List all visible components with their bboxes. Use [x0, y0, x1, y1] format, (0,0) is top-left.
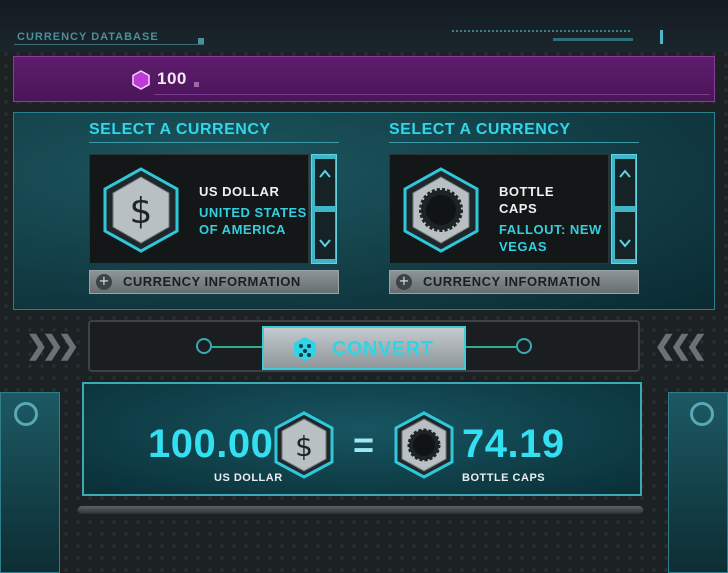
from-amount: 100.00	[148, 422, 274, 466]
bottom-bar	[78, 506, 643, 514]
left-currency-info-button[interactable]: + CURRENCY INFORMATION	[89, 270, 339, 294]
left-select-heading: SELECT A CURRENCY	[89, 121, 271, 138]
left-arrows-icon: ❯❯❯	[26, 330, 79, 360]
purple-hexagon-icon	[132, 70, 150, 90]
plus-icon: +	[96, 274, 112, 290]
chevron-up-icon	[619, 169, 631, 178]
right-arrows-icon: ❮❮❮	[654, 330, 707, 360]
title-underline	[14, 44, 204, 45]
dollar-sign-icon: $	[274, 411, 334, 479]
equals-sign: =	[353, 424, 375, 465]
convert-label: CONVERT	[332, 338, 434, 360]
right-currency-info-button[interactable]: + CURRENCY INFORMATION	[389, 270, 639, 294]
chevron-down-icon	[319, 239, 331, 248]
plus-icon: +	[396, 274, 412, 290]
chevron-up-icon	[319, 169, 331, 178]
right-connector-icon	[516, 338, 532, 354]
right-heading-underline	[389, 142, 639, 143]
top-bar: CURRENCY DATABASE	[0, 0, 728, 52]
balance-underline	[154, 94, 710, 95]
balance-bar: 100	[13, 56, 715, 102]
title-marker	[198, 38, 204, 44]
dice-icon	[294, 337, 316, 361]
svg-text:$: $	[130, 191, 153, 232]
right-select-heading: SELECT A CURRENCY	[389, 121, 571, 138]
top-right-decor-tick	[660, 30, 663, 44]
left-connector-line	[212, 346, 262, 348]
right-currency-origin: FALLOUT: NEW VEGAS	[499, 222, 602, 254]
top-right-decor-bar	[553, 38, 633, 41]
right-scroll	[611, 154, 637, 264]
left-gear-icon	[14, 402, 38, 426]
top-right-decor-line	[452, 30, 632, 32]
right-connector-line	[466, 346, 516, 348]
left-currency-card[interactable]: $ US DOLLAR UNITED STATES OF AMERICA	[89, 154, 309, 264]
bottle-cap-icon	[403, 167, 479, 253]
left-scroll-up-button[interactable]	[315, 159, 335, 206]
left-currency-name: US DOLLAR	[199, 184, 280, 199]
left-heading-underline	[89, 142, 339, 143]
balance-value: 100	[157, 69, 187, 88]
left-connector-icon	[196, 338, 212, 354]
balance-marker	[194, 82, 199, 87]
left-currency-origin: UNITED STATES OF AMERICA	[199, 205, 307, 237]
left-scroll	[311, 154, 337, 264]
left-info-label: CURRENCY INFORMATION	[123, 274, 301, 289]
right-scroll-down-button[interactable]	[615, 212, 635, 259]
bottle-cap-icon	[394, 411, 454, 479]
left-scroll-down-button[interactable]	[315, 212, 335, 259]
right-currency-name: BOTTLE CAPS	[499, 184, 554, 216]
chevron-down-icon	[619, 239, 631, 248]
right-info-label: CURRENCY INFORMATION	[423, 274, 601, 289]
convert-button[interactable]: CONVERT	[262, 326, 466, 370]
from-unit: US DOLLAR	[214, 472, 283, 484]
page-title: CURRENCY DATABASE	[17, 31, 159, 43]
right-gear-icon	[690, 402, 714, 426]
to-unit: BOTTLE CAPS	[462, 472, 546, 484]
right-scroll-up-button[interactable]	[615, 159, 635, 206]
dollar-sign-icon: $	[103, 167, 179, 253]
to-amount: 74.19	[462, 422, 565, 466]
svg-text:$: $	[295, 430, 313, 463]
right-currency-card[interactable]: BOTTLE CAPS FALLOUT: NEW VEGAS	[389, 154, 609, 264]
